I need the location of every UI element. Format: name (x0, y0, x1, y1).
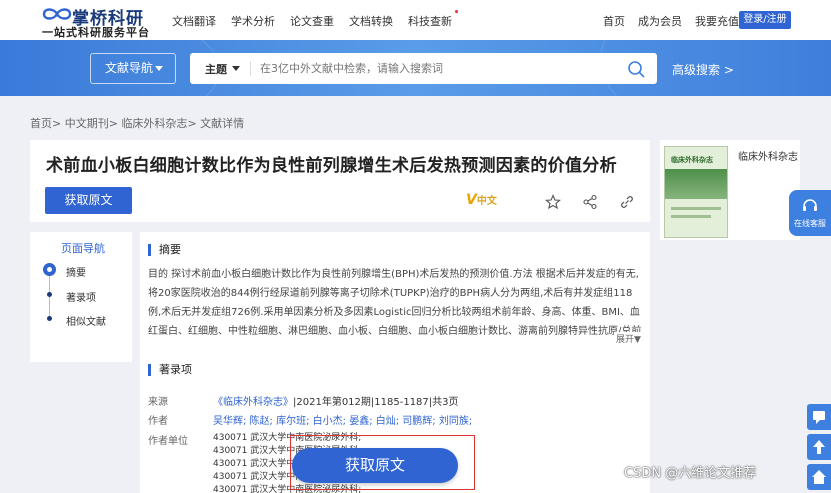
nav-convert[interactable]: 文档转换 (349, 13, 393, 29)
page-nav-similar[interactable]: 相似文献 (66, 313, 106, 328)
breadcrumb-current: 文献详情 (200, 117, 245, 130)
get-fulltext-button[interactable]: 获取原文 (45, 187, 132, 214)
divider (250, 61, 251, 76)
logo-infinity-icon (42, 8, 72, 20)
headset-icon (803, 199, 817, 211)
nav-home[interactable]: 首页 (603, 13, 625, 29)
source-journal-link[interactable]: 《临床外科杂志》 (213, 397, 293, 408)
advanced-search-link[interactable]: 高级搜索 > (672, 61, 734, 78)
search-input[interactable] (260, 59, 600, 78)
affiliation-label: 作者单位 (148, 436, 188, 447)
literature-nav-label: 文献导航 (105, 61, 154, 75)
literature-nav-dropdown[interactable]: 文献导航 (90, 53, 176, 84)
online-service-button[interactable]: 在线客服 (789, 190, 831, 236)
online-service-label: 在线客服 (794, 219, 826, 228)
scroll-top-button[interactable] (807, 434, 831, 460)
chevron-down-icon (232, 66, 240, 71)
brand-slogan: 一站式科研服务平台 (42, 26, 150, 39)
nav-recharge[interactable]: 我要充值 (695, 13, 739, 29)
search-box: 主题 (190, 53, 657, 84)
top-nav: 文档翻译 学术分析 论文查重 文档转换 科技查新 (172, 10, 458, 29)
search-field-select[interactable]: 主题 (205, 61, 227, 77)
breadcrumb: 首页> 中文期刊> 临床外科杂志> 文献详情 (30, 117, 245, 130)
cover-graphic (665, 169, 727, 199)
nav-translate[interactable]: 文档翻译 (172, 13, 216, 29)
nav-member[interactable]: 成为会员 (638, 13, 682, 29)
chinese-version-badge: V中文 (466, 192, 497, 208)
login-button[interactable]: 登录/注册 (739, 11, 791, 29)
breadcrumb-home[interactable]: 首页 (30, 117, 52, 130)
arrow-up-icon (813, 440, 825, 454)
nav-analysis[interactable]: 学术分析 (231, 13, 275, 29)
journal-name-link[interactable]: 临床外科杂志 (738, 148, 798, 163)
source-detail: |2021年第012期|1185-1187|共3页 (293, 397, 459, 408)
nav-dot-icon (47, 292, 52, 297)
journal-cover-title: 临床外科杂志 (671, 156, 713, 164)
abstract-text: 目的 探讨术前血小板白细胞计数比作为良性前列腺增生(BPH)术后发热的预测价值.… (148, 269, 641, 337)
nav-novelty-label: 科技查新 (408, 15, 452, 28)
expand-link[interactable]: 展开▼ (614, 332, 641, 345)
floating-get-fulltext-button[interactable]: 获取原文 (292, 448, 458, 483)
authors-links[interactable]: 吴华辉; 陈赵; 库尔班; 白小杰; 晏鑫; 白灿; 司鹏辉; 刘同族; (213, 412, 472, 427)
article-title: 术前血小板白细胞计数比作为良性前列腺增生术后发热预测因素的价值分析 (46, 156, 617, 176)
watermark: CSDN @六维论文推荐 (624, 466, 757, 481)
nav-dot-icon (47, 316, 52, 321)
nav-plagiarism[interactable]: 论文查重 (290, 13, 334, 29)
chevron-down-icon (155, 66, 163, 71)
page-nav-title: 页面导航 (61, 242, 105, 255)
feedback-tool[interactable] (807, 404, 831, 430)
link-icon[interactable] (619, 194, 635, 210)
page-nav-record[interactable]: 著录项 (66, 289, 96, 304)
v-logo-text: 中文 (476, 196, 497, 207)
page-nav-abstract[interactable]: 摘要 (66, 264, 86, 279)
v-logo-mark: V (466, 192, 477, 208)
star-icon[interactable] (545, 194, 561, 210)
home-tool[interactable] (807, 464, 831, 490)
source-label: 来源 (148, 397, 168, 408)
chat-icon (813, 411, 825, 424)
share-icon[interactable] (582, 194, 598, 210)
top-right-nav: 首页 成为会员 我要充值 (603, 13, 739, 29)
home-icon (812, 470, 826, 484)
cover-graphic (671, 215, 711, 218)
abstract-heading: 摘要 (148, 244, 181, 256)
source-value: 《临床外科杂志》|2021年第012期|1185-1187|共3页 (213, 393, 459, 408)
breadcrumb-journals[interactable]: 中文期刊 (65, 117, 109, 130)
search-icon[interactable] (626, 59, 646, 79)
record-heading: 著录项 (148, 364, 192, 376)
new-dot-icon (455, 10, 458, 13)
cover-graphic (671, 207, 721, 210)
authors-label: 作者 (148, 416, 168, 427)
site-logo[interactable]: 掌桥科研 一站式科研服务平台 (40, 4, 150, 39)
journal-cover-image[interactable]: 临床外科杂志 (664, 146, 728, 238)
active-marker-icon (43, 263, 56, 276)
breadcrumb-journal[interactable]: 临床外科杂志 (121, 117, 187, 130)
nav-novelty[interactable]: 科技查新 (408, 10, 458, 29)
